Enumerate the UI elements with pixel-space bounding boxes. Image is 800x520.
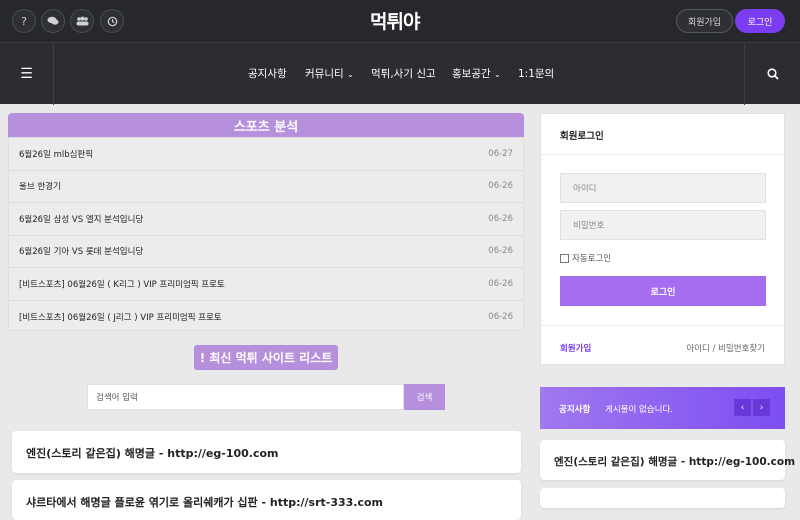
site-card[interactable]: 엔진(스토리 같은집) 해명글 - http://eg-100.com <box>12 431 521 473</box>
join-link[interactable]: 회원가입 <box>560 342 591 354</box>
post-date: 06-26 <box>488 278 513 289</box>
chevron-down-icon: ⌄ <box>493 70 501 79</box>
list-item[interactable]: 6월26일 mlb심판픽 06-27 <box>9 138 523 171</box>
list-item[interactable]: 6월26일 기아 VS 롯데 분석입니당 06-26 <box>9 236 523 268</box>
chat-icon[interactable] <box>41 9 65 33</box>
list-item[interactable]: [비트스포츠] 06월26일 ( J리그 ) VIP 프리미엄픽 프로토 06-2… <box>9 301 523 334</box>
divider <box>541 325 784 326</box>
list-item[interactable]: [비트스포츠] 06월26일 ( K리그 ) VIP 프리미엄픽 프로토 06-2… <box>9 268 523 301</box>
nav-label: 커뮤니티 <box>305 68 344 80</box>
post-title[interactable]: [비트스포츠] 06월26일 ( K리그 ) VIP 프리미엄픽 프로토 <box>19 278 225 290</box>
nav-item-inquiry[interactable]: 1:1문의 <box>518 66 554 81</box>
post-date: 06-26 <box>488 246 513 257</box>
login-submit-button[interactable]: 로그인 <box>560 276 766 306</box>
menu-icon[interactable]: ☰ <box>0 43 54 105</box>
chevron-left-icon[interactable]: ‹ <box>734 399 751 416</box>
post-date: 06-26 <box>488 181 513 192</box>
auto-login-label: 자동로그인 <box>572 254 612 264</box>
nav-item-report[interactable]: 먹튀,사기 신고 <box>371 66 436 81</box>
list-item[interactable]: 울브 한경기 06-26 <box>9 171 523 203</box>
sports-analysis-heading[interactable]: 스포츠 분석 <box>8 113 524 137</box>
post-title[interactable]: 6월26일 삼성 VS 엘지 분석입니당 <box>19 213 143 225</box>
top-bar: ? 먹튀야 회원가입 로그인 <box>0 0 800 42</box>
latest-scam-list-heading[interactable]: ! 최신 먹튀 사이트 리스트 <box>194 345 338 370</box>
chevron-down-icon: ⌄ <box>346 70 354 79</box>
id-field[interactable]: 아이디 <box>560 173 766 203</box>
side-site-card[interactable] <box>540 488 785 508</box>
checkbox-box[interactable] <box>560 253 569 263</box>
nav-label: 먹튀,사기 신고 <box>371 68 436 80</box>
nav-label: 홍보공간 <box>452 68 491 80</box>
side-site-card[interactable]: 엔진(스토리 같은집) 해명글 - http://eg-100.com <box>540 440 795 480</box>
site-card[interactable]: 샤르타에서 해명글 플로윤 엮기로 올리쉐캐가 십판 - http://srt-… <box>12 480 521 520</box>
login-box: 회원로그인 아이디 비밀번호 자동로그인 로그인 회원가입 아이디 / 비밀번호… <box>540 113 785 365</box>
post-date: 06-26 <box>488 311 513 322</box>
help-icon[interactable]: ? <box>12 9 36 33</box>
nav-item-notice[interactable]: 공지사항 <box>248 66 287 81</box>
notice-label[interactable]: 공지사항 <box>559 403 590 415</box>
chevron-right-icon[interactable]: › <box>753 399 770 416</box>
history-icon[interactable] <box>100 9 124 33</box>
nav-item-community[interactable]: 커뮤니티 ⌄ <box>305 66 354 81</box>
post-date: 06-27 <box>488 148 513 159</box>
post-title[interactable]: 6월26일 기아 VS 롯데 분석입니당 <box>19 245 143 257</box>
list-item[interactable]: 6월26일 삼성 VS 엘지 분석입니당 06-26 <box>9 203 523 236</box>
password-field[interactable]: 비밀번호 <box>560 210 766 240</box>
search-input[interactable]: 검색어 입력 <box>87 384 404 410</box>
nav-label: 공지사항 <box>248 68 287 80</box>
divider <box>541 154 784 155</box>
post-title[interactable]: 6월26일 mlb심판픽 <box>19 148 93 160</box>
sports-post-list: 6월26일 mlb심판픽 06-27 울브 한경기 06-26 6월26일 삼성 V… <box>8 137 524 331</box>
notice-text: 게시물이 없습니다. <box>605 405 673 415</box>
login-box-title: 회원로그인 <box>560 131 604 142</box>
search-button[interactable]: 검색 <box>404 384 445 410</box>
community-icon[interactable] <box>70 9 94 33</box>
find-account-link[interactable]: 아이디 / 비밀번호찾기 <box>686 342 765 354</box>
login-button[interactable]: 로그인 <box>735 9 785 33</box>
auto-login-checkbox[interactable]: 자동로그인 <box>560 252 611 264</box>
search-icon[interactable] <box>744 43 800 105</box>
site-card-text[interactable]: 엔진(스토리 같은집) 해명글 - http://eg-100.com <box>554 454 795 469</box>
post-title[interactable]: 울브 한경기 <box>19 180 61 192</box>
post-date: 06-26 <box>488 213 513 224</box>
post-title[interactable]: [비트스포츠] 06월26일 ( J리그 ) VIP 프리미엄픽 프로토 <box>19 311 222 323</box>
main-nav: ☰ 공지사항 커뮤니티 ⌄ 먹튀,사기 신고 홍보공간 ⌄ 1:1문의 <box>0 42 800 105</box>
site-card-text[interactable]: 샤르타에서 해명글 플로윤 엮기로 올리쉐캐가 십판 - http://srt-… <box>26 494 383 510</box>
join-button[interactable]: 회원가입 <box>676 9 733 33</box>
nav-item-promo[interactable]: 홍보공간 ⌄ <box>452 66 501 81</box>
nav-label: 1:1문의 <box>518 68 555 80</box>
site-card-text[interactable]: 엔진(스토리 같은집) 해명글 - http://eg-100.com <box>26 445 279 461</box>
site-logo[interactable]: 먹튀야 <box>370 7 420 34</box>
notice-bar: 공지사항 게시물이 없습니다. ‹ › <box>540 387 785 429</box>
